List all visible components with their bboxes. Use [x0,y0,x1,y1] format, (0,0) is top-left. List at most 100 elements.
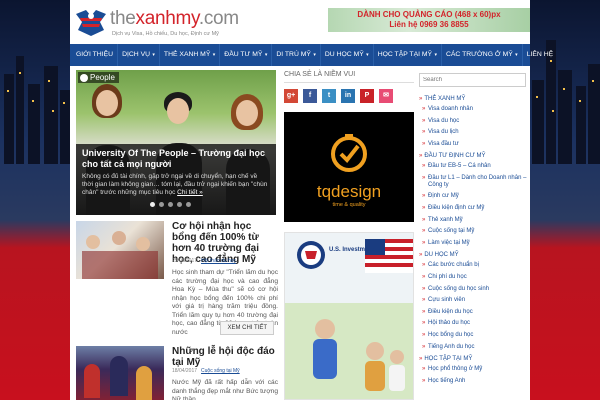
building [576,86,586,164]
sidebar-link[interactable]: Chi phí du học [419,272,530,284]
us-investment-ad[interactable]: U.S. Investment [284,232,414,400]
linkedin-icon[interactable]: in [341,89,355,103]
sidebar-link[interactable]: Điều kiện định cư Mỹ [419,203,530,215]
nav-item-dau-tu-my[interactable]: ĐẦU TƯ MỸ ▾ [220,44,273,66]
sidebar-link[interactable]: Cuộc sống tại Mỹ [419,226,530,238]
sidebar-heading[interactable]: ĐẦU TƯ ĐỊNH CƯ MỸ [419,153,530,159]
sidebar-link[interactable]: Làm việc tại Mỹ [419,238,530,250]
page-container: thexanhmy.com Dịch vụ Visa, Hồ chiếu, Du… [70,0,553,400]
slide-dot[interactable] [177,202,182,207]
ad-banner-line-1: DÀNH CHO QUẢNG CÁO (468 x 60)px [357,10,501,19]
sidebar-link[interactable]: Các bước chuẩn bị [419,260,530,272]
building [60,90,70,164]
slide-category-label[interactable]: People [78,72,119,83]
nav-item-dich-vu[interactable]: DỊCH VỤ ▾ [118,44,160,66]
read-more-button[interactable]: XEM CHI TIẾT [220,321,274,335]
sidebar-link[interactable]: Điều kiện du học [419,307,530,319]
sidebar-link[interactable]: Cuộc sống du học sinh [419,284,530,296]
chevron-down-icon: ▾ [311,52,316,58]
article-thumbnail[interactable] [76,346,164,400]
slide-pagination [150,202,191,207]
sidebar-link[interactable]: Thẻ xanh Mỹ [419,215,530,227]
nav-item-cac-truong-o-my[interactable]: CÁC TRƯỜNG Ở MỸ ▾ [442,44,523,66]
building [44,66,58,164]
site-brand[interactable]: thexanhmy.com [110,8,239,30]
site-header: thexanhmy.com Dịch vụ Visa, Hồ chiếu, Du… [70,0,530,44]
chevron-down-icon: ▾ [433,52,437,58]
sidebar-link[interactable]: Đầu tư EB-5 – Cá nhân [419,161,530,173]
ad-banner-line-2: Liên hệ 0969 36 8855 [389,20,469,29]
building [532,80,544,164]
slide-more-link[interactable]: Chi tiết » [177,189,203,196]
nav-item-hoc-tap-tai-my[interactable]: HỌC TẬP TẠI MỸ ▾ [374,44,442,66]
article-category-link[interactable]: Hội thảo du học [201,258,236,264]
article-category-link[interactable]: Cuộc sống tại Mỹ [201,368,240,374]
share-title: CHIA SẺ LÀ NIỀM VUI [284,71,356,78]
sidebar-link[interactable]: Học phổ thông ở Mỹ [419,364,530,376]
email-icon[interactable]: ✉ [379,89,393,103]
twitter-icon[interactable]: t [322,89,336,103]
article-title[interactable]: Những lễ hội độc đáo tại Mỹ [172,346,278,368]
sidebar-heading[interactable]: DU HỌC MỸ [419,252,530,258]
main-nav: GIỚI THIỆU DỊCH VỤ ▾ THẺ XANH MỸ ▾ ĐẦU T… [70,44,553,66]
sidebar-heading[interactable]: THẺ XANH MỸ [419,96,530,102]
building [28,84,40,164]
right-sidebar: THẺ XANH MỸ Visa doanh nhân Visa du học … [419,68,530,387]
sidebar-link[interactable]: Visa du lịch [419,127,530,139]
facebook-icon[interactable]: f [303,89,317,103]
us-investment-ad-image [285,233,413,399]
sidebar-link[interactable]: Visa đầu tư [419,139,530,151]
category-icon [80,73,88,82]
nav-item-di-tru-my[interactable]: DI TRÚ MỸ ▾ [272,44,321,66]
building [4,74,14,164]
tqdesign-ad[interactable]: tqdesign time & quality [284,112,414,222]
slide-dot[interactable] [168,202,173,207]
sidebar-link[interactable]: Học bổng du học [419,330,530,342]
sidebar-link[interactable]: Đầu tư L1 – Dành cho Doanh nhân – Công t… [419,173,530,191]
sidebar-heading[interactable]: HỌC TẬP TẠI MỸ [419,356,530,362]
nav-item-gioi-thieu[interactable]: GIỚI THIỆU [72,44,119,66]
chevron-down-icon: ▾ [211,52,216,58]
search-input[interactable] [419,73,526,87]
sidebar-link[interactable]: Visa doanh nhân [419,104,530,116]
background-left-skyline [0,0,70,400]
chevron-down-icon: ▾ [364,52,369,58]
nav-item-du-hoc-my[interactable]: DU HỌC MỸ ▾ [321,44,374,66]
article-date: 25/08/2017 [172,258,198,264]
sidebar-link[interactable]: Visa du học [419,116,530,128]
sidebar-link[interactable]: Học tiếng Anh [419,376,530,388]
slide-excerpt: Không có đủ tài chính, gặp trở ngại về d… [82,173,268,196]
article-card: Cơ hội nhận học bổng đến 100% từ hơn 40 … [76,221,278,345]
slide-dot[interactable] [159,202,164,207]
tqdesign-brand: tqdesign [316,182,382,201]
google-plus-icon[interactable]: g+ [284,89,298,103]
header-ad-banner[interactable]: DÀNH CHO QUẢNG CÁO (468 x 60)px Liên hệ … [328,8,530,32]
sidebar-link[interactable]: Định cư Mỹ [419,191,530,203]
divider [284,82,414,83]
slide-title[interactable]: University Of The People – Trường đại họ… [82,148,270,170]
building [558,70,572,164]
chevron-down-icon: ▾ [263,52,268,58]
slide-dot[interactable] [186,202,191,207]
us-investment-name: U.S. Investment [329,247,375,253]
nav-item-the-xanh-my[interactable]: THẺ XANH MỸ ▾ [160,44,221,66]
site-tagline: Dịch vụ Visa, Hồ chiếu, Du học, Định cư … [112,31,219,37]
building [588,64,600,164]
share-buttons: g+ f t in P ✉ [284,89,393,103]
featured-slider[interactable]: People University Of The People – Trường… [76,70,276,215]
slide-dot[interactable] [150,202,155,207]
chevron-down-icon: ▾ [513,52,518,58]
sidebar-link[interactable]: Hội thảo du học [419,318,530,330]
article-card: Những lễ hội độc đáo tại Mỹ 18/04/2017 Cu… [76,346,278,400]
article-date: 18/04/2017 [172,368,198,374]
nav-item-lien-he[interactable]: LIÊN HỆ [523,44,557,66]
chevron-down-icon: ▾ [151,52,155,58]
pinterest-icon[interactable]: P [360,89,374,103]
article-meta: 18/04/2017 Cuộc sống tại Mỹ [172,368,240,374]
article-excerpt-text: Nước Mỹ đã rất hấp dẫn với các danh thắn… [172,379,278,400]
eagle-flag-logo-icon[interactable] [74,6,108,38]
tqdesign-slogan: time & quality [332,202,366,208]
sidebar-link[interactable]: Cựu sinh viên [419,295,530,307]
article-meta: 25/08/2017 Hội thảo du học [172,258,236,264]
sidebar-link[interactable]: Tiếng Anh du học [419,342,530,354]
